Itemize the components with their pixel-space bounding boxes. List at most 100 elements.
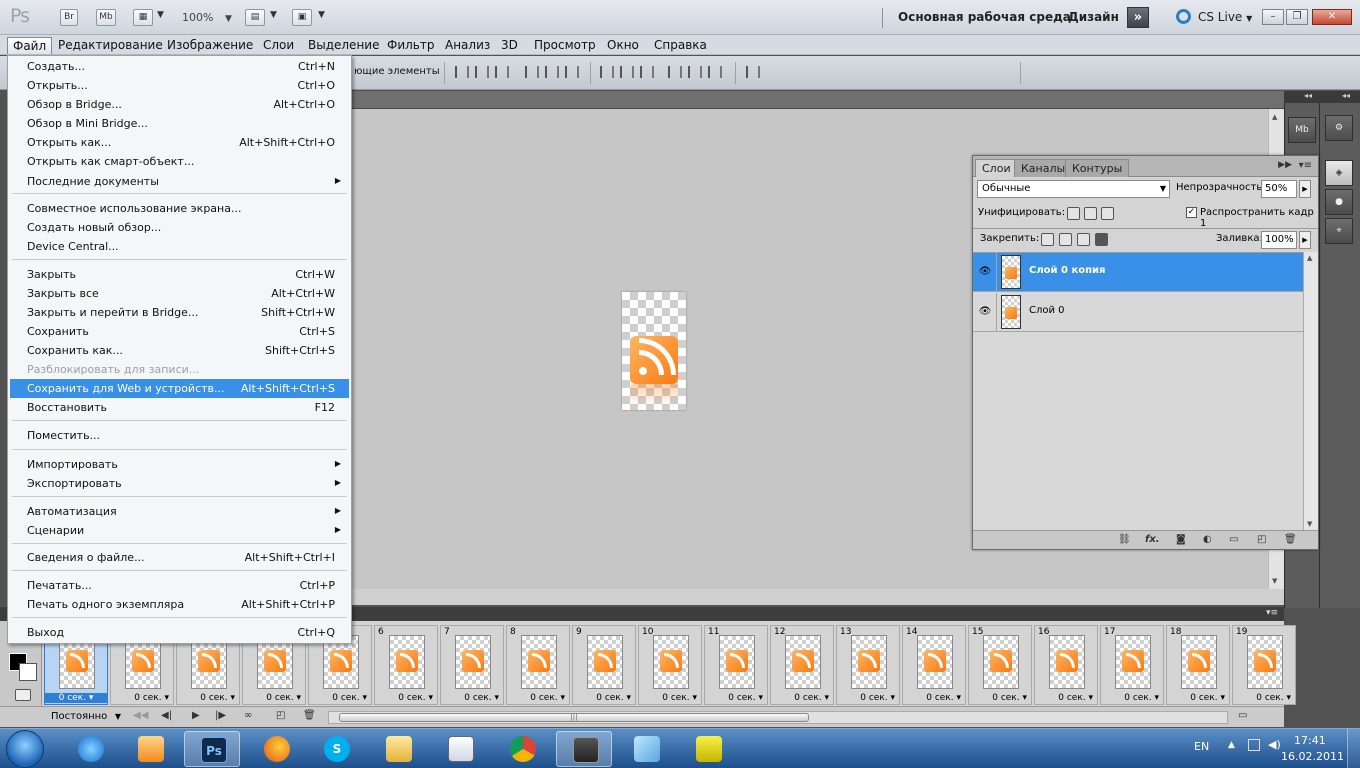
view-extras-dropdown-icon[interactable]: ▼ xyxy=(157,10,164,20)
screen-mode-dropdown-icon[interactable]: ▼ xyxy=(318,10,325,20)
layer-visibility-toggle[interactable]: 👁 xyxy=(973,293,997,332)
layer-list-scrollbar[interactable]: ▲ ▼ xyxy=(1303,252,1318,530)
file-menu-item-device-central[interactable]: Device Central... xyxy=(10,237,349,256)
animation-frame[interactable]: 6 0 сек. ▾ xyxy=(374,625,438,705)
file-menu-item-close-and-go-to-bridge[interactable]: Закрыть и перейти в Bridge... Shift+Ctrl+… xyxy=(10,303,349,322)
animation-frame[interactable]: 7 0 сек. ▾ xyxy=(440,625,504,705)
cs-live-icon[interactable] xyxy=(1176,9,1191,24)
frame-delay-select[interactable]: 0 сек. ▾ xyxy=(926,693,961,703)
scroll-up-icon[interactable]: ▲ xyxy=(1272,113,1277,121)
frame-delay-select[interactable]: 0 сек. ▾ xyxy=(1124,693,1159,703)
frame-delay-select[interactable]: 0 сек. ▾ xyxy=(1058,693,1093,703)
tween-icon[interactable]: ∞ xyxy=(244,710,252,721)
frame-delay-select[interactable]: 0 сек. ▾ xyxy=(398,693,433,703)
file-menu-item-recent-documents[interactable]: Последние документы ▶ xyxy=(10,172,349,191)
view-extras-button[interactable]: ▦ xyxy=(133,9,153,26)
file-menu-item-new[interactable]: Создать... Ctrl+N xyxy=(10,57,349,76)
tab-layers[interactable]: Слои xyxy=(975,159,1018,177)
mini-bridge-button[interactable]: Mb xyxy=(96,9,116,26)
animation-frame[interactable]: 12 0 сек. ▾ xyxy=(770,625,834,705)
menu-analysis[interactable]: Анализ xyxy=(440,37,495,54)
file-menu-item-revert[interactable]: Восстановить F12 xyxy=(10,398,349,417)
file-menu-item-save-as[interactable]: Сохранить как... Shift+Ctrl+S xyxy=(10,341,349,360)
cs-live-button[interactable]: CS Live ▼ xyxy=(1198,10,1252,24)
previous-frame-icon[interactable]: ◀| xyxy=(161,710,172,721)
brush-presets-icon[interactable]: ⚙ xyxy=(1325,115,1353,141)
taskbar-skype[interactable]: S xyxy=(308,731,364,767)
scroll-down-icon[interactable]: ▼ xyxy=(1307,520,1312,528)
unify-style-icon[interactable] xyxy=(1101,207,1114,220)
file-menu-item-save-for-web[interactable]: Сохранить для Web и устройств... Alt+Shif… xyxy=(10,379,349,398)
distribute-right-icon[interactable] xyxy=(708,66,722,78)
taskbar-notepad[interactable] xyxy=(432,731,488,767)
frame-delay-select[interactable]: 0 сек. ▾ xyxy=(266,693,301,703)
fill-slider-icon[interactable]: ▶ xyxy=(1299,231,1311,249)
fill-input[interactable]: 100% xyxy=(1261,231,1297,249)
align-hcenter-icon[interactable] xyxy=(545,66,559,78)
frame-delay-select[interactable]: 0 сек. ▾ xyxy=(794,693,829,703)
taskbar-paint[interactable] xyxy=(618,731,674,767)
frames-horizontal-scrollbar[interactable]: ||| xyxy=(328,711,1228,724)
frame-delay-select[interactable]: 0 сек. ▾ xyxy=(332,693,367,703)
taskbar-explorer[interactable] xyxy=(370,731,426,767)
taskbar-app-yellow[interactable] xyxy=(680,731,736,767)
animation-frame[interactable]: 18 0 сек. ▾ xyxy=(1166,625,1230,705)
propagate-frame-checkbox[interactable]: ✓ xyxy=(1186,207,1197,218)
opacity-input[interactable]: 50% xyxy=(1261,180,1297,198)
frame-delay-select[interactable]: 0 сек. ▾ xyxy=(464,693,499,703)
timeline-mode-icon[interactable]: ▭ xyxy=(1238,710,1247,721)
panel-collapse-icon[interactable]: ▶▶ xyxy=(1278,160,1292,170)
collapse-icon[interactable]: ◂◂ xyxy=(1304,91,1312,100)
animation-frame[interactable]: 10 0 сек. ▾ xyxy=(638,625,702,705)
screen-mode-button[interactable]: ▣ xyxy=(292,9,312,26)
distribute-top-icon[interactable] xyxy=(600,66,614,78)
align-vcenter-icon[interactable] xyxy=(475,66,489,78)
layer-visibility-toggle[interactable]: 👁 xyxy=(973,253,997,292)
file-menu-item-file-info[interactable]: Сведения о файле... Alt+Shift+Ctrl+I xyxy=(10,548,349,567)
loop-options-select[interactable]: Постоянно ▼ xyxy=(47,710,123,725)
animation-frame[interactable]: 8 0 сек. ▾ xyxy=(506,625,570,705)
clock-date[interactable]: 16.02.2011 xyxy=(1281,750,1344,763)
file-menu-item-exit[interactable]: Выход Ctrl+Q xyxy=(10,623,349,642)
file-menu-item-automate[interactable]: Автоматизация ▶ xyxy=(10,502,349,521)
file-menu-item-print[interactable]: Печатать... Ctrl+P xyxy=(10,576,349,595)
add-mask-icon[interactable]: ◙ xyxy=(1176,534,1186,545)
file-menu-item-close[interactable]: Закрыть Ctrl+W xyxy=(10,265,349,284)
distribute-bottom-icon[interactable] xyxy=(640,66,654,78)
align-left-icon[interactable] xyxy=(525,66,539,78)
frame-delay-select[interactable]: 0 сек. ▾ xyxy=(1256,693,1291,703)
delete-frame-icon[interactable]: 🗑 xyxy=(303,710,316,721)
arrange-documents-button[interactable]: ▤ xyxy=(245,9,265,26)
panel-menu-icon[interactable]: ▾≡ xyxy=(1299,160,1312,171)
file-menu-item-export[interactable]: Экспортировать ▶ xyxy=(10,474,349,493)
auto-align-layers-icon[interactable] xyxy=(746,66,760,78)
canvas-horizontal-scrollbar[interactable] xyxy=(352,589,1284,605)
link-layers-icon[interactable]: ⛓ xyxy=(1118,534,1131,545)
menu-image[interactable]: Изображение xyxy=(162,37,258,54)
distribute-vcenter-icon[interactable] xyxy=(620,66,634,78)
tab-paths[interactable]: Контуры xyxy=(1065,159,1130,177)
unify-position-icon[interactable] xyxy=(1067,207,1080,220)
arrange-dropdown-icon[interactable]: ▼ xyxy=(270,10,277,20)
file-menu-item-share-screen[interactable]: Совместное использование экрана... xyxy=(10,199,349,218)
tray-expand-icon[interactable]: ▲ xyxy=(1228,740,1235,750)
zoom-level-select[interactable]: 100% ▼ xyxy=(182,11,232,24)
align-bottom-icon[interactable] xyxy=(495,66,509,78)
file-menu-item-import[interactable]: Импортировать ▶ xyxy=(10,455,349,474)
scroll-down-icon[interactable]: ▼ xyxy=(1272,577,1277,585)
animation-frame[interactable]: 19 0 сек. ▾ xyxy=(1232,625,1296,705)
frame-delay-select[interactable]: 0 сек. ▾ xyxy=(200,693,235,703)
file-menu-item-browse-in-bridge[interactable]: Обзор в Bridge... Alt+Ctrl+O xyxy=(10,95,349,114)
align-top-icon[interactable] xyxy=(455,66,469,78)
lock-transparency-icon[interactable] xyxy=(1041,233,1054,246)
scrollbar-thumb[interactable]: ||| xyxy=(339,713,809,722)
menu-3d[interactable]: 3D xyxy=(496,37,523,54)
frame-delay-select[interactable]: 0 сек. ▾ xyxy=(992,693,1027,703)
new-layer-icon[interactable]: ◰ xyxy=(1257,534,1266,545)
quick-mask-icon[interactable] xyxy=(15,689,31,701)
frame-delay-select[interactable]: 0 сек. ▾ xyxy=(1190,693,1225,703)
channels-panel-icon[interactable]: ● xyxy=(1325,189,1353,215)
next-frame-icon[interactable]: |▶ xyxy=(215,710,226,721)
taskbar-photoshop[interactable]: Ps xyxy=(184,731,240,767)
taskbar-media-player[interactable] xyxy=(122,731,178,767)
